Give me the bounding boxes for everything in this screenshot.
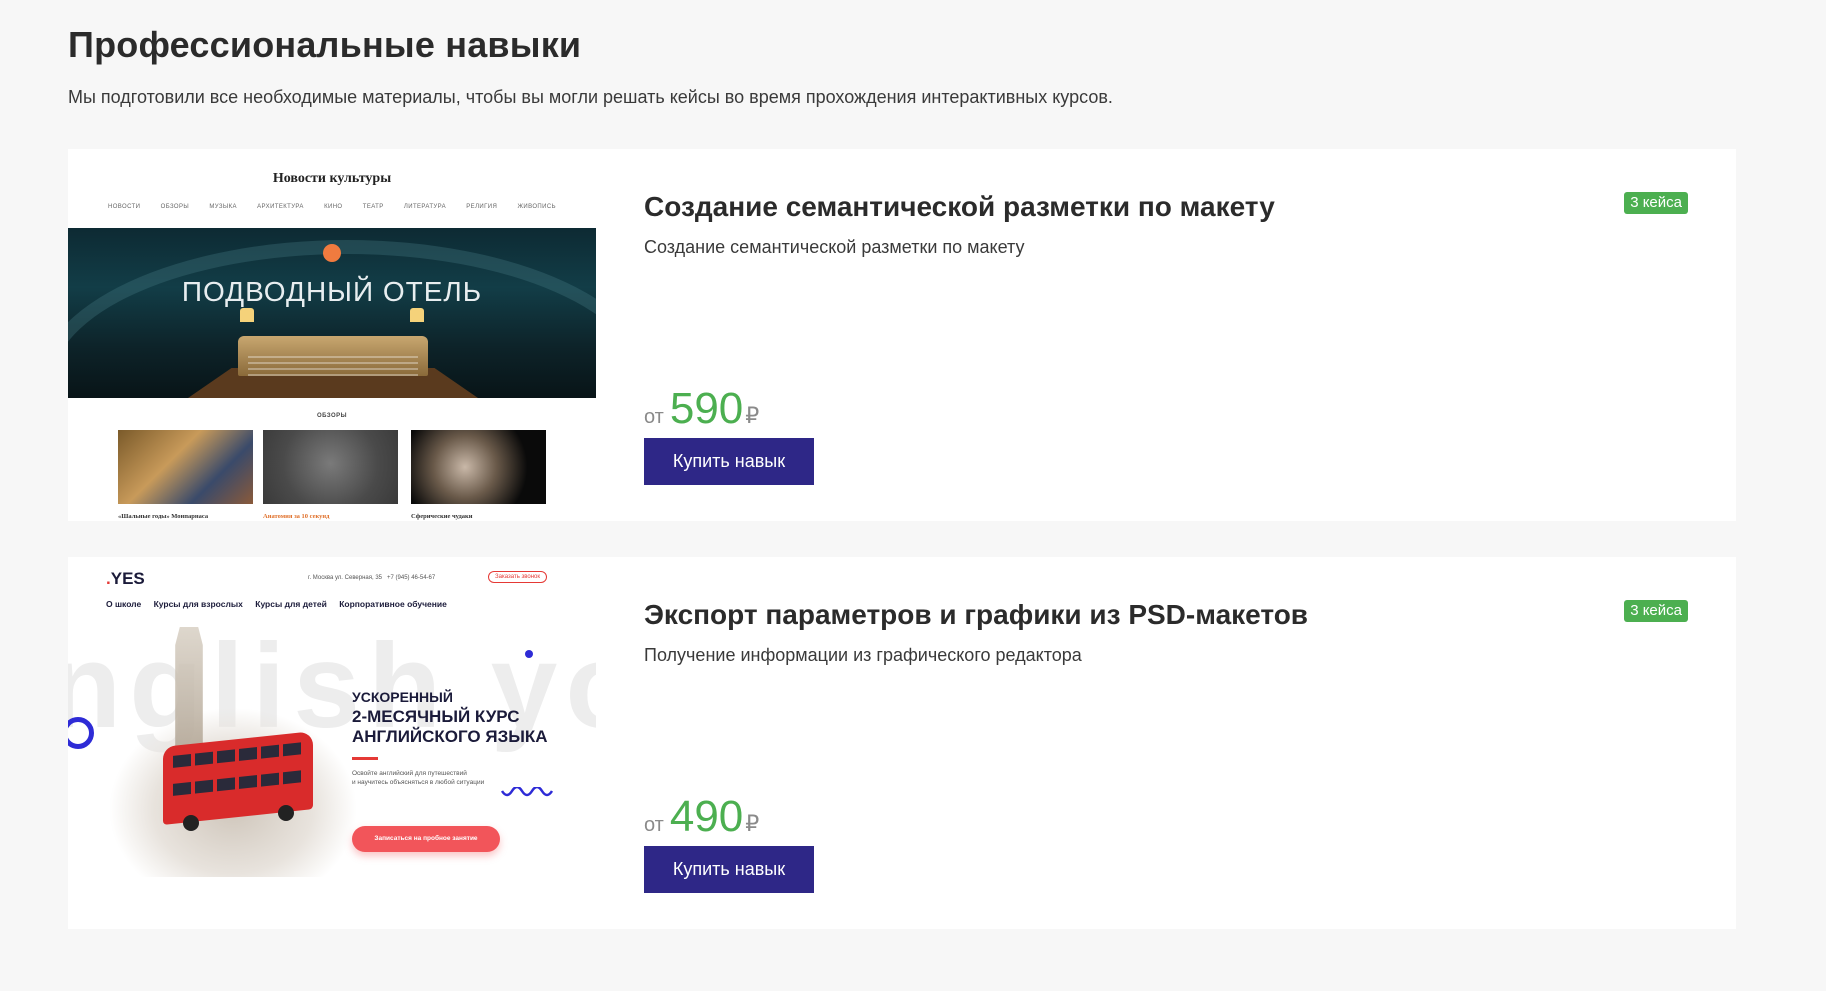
- section-subtitle: Мы подготовили все необходимые материалы…: [68, 87, 1113, 107]
- ruble-icon: ₽: [745, 811, 760, 836]
- thumbnail-caption: «Шальные годы» Монпарнаса: [118, 513, 209, 520]
- ruble-icon: ₽: [745, 403, 760, 428]
- thumbnail-nav-item: НОВОСТИ: [108, 204, 141, 210]
- thumbnail-nav: НОВОСТИ ОБЗОРЫ МУЗЫКА АРХИТЕКТУРА КИНО Т…: [108, 204, 556, 210]
- logo-text: YES: [110, 569, 145, 588]
- thumbnail-contacts: г. Москва ул. Северная, 35 +7 (945) 46-5…: [308, 575, 435, 581]
- thumbnail-hero-image: ПОДВОДНЫЙ ОТЕЛЬ: [68, 228, 596, 398]
- thumbnail-photo: [263, 430, 398, 504]
- skill-description: Получение информации из графического ред…: [644, 645, 1082, 665]
- small-text-line: и научитесь объясняться в любой ситуации: [352, 779, 485, 786]
- thumbnail-nav-item: О школе: [106, 599, 142, 609]
- hero-caption-lines: [248, 356, 418, 378]
- buy-skill-button[interactable]: Купить навык: [644, 846, 814, 893]
- thumbnail-nav-item: МУЗЫКА: [209, 204, 237, 210]
- headline-line: АНГЛИЙСКОГО ЯЗЫКА: [352, 727, 548, 746]
- thumbnail-caption: Сферические чудаки: [411, 513, 473, 520]
- bus-wheel: [278, 805, 294, 821]
- skill-description: Создание семантической разметки по макет…: [644, 237, 1025, 257]
- thumbnail-cta-button: Записаться на пробное занятие: [352, 826, 500, 852]
- section-title: Профессиональные навыки: [68, 24, 582, 65]
- hero-lamp-shape: [410, 308, 424, 322]
- thumbnail-nav-item: ТЕАТР: [362, 204, 384, 210]
- small-text-line: Освойте английский для путешествий: [352, 770, 467, 777]
- thumbnail-nav-item: ОБЗОРЫ: [160, 204, 190, 210]
- hero-lamp-shape: [240, 308, 254, 322]
- thumbnail-nav-item: АРХИТЕКТУРА: [257, 204, 304, 210]
- bus-windows: [173, 742, 303, 768]
- headline-line: 2-МЕСЯЧНЫЙ КУРС: [352, 707, 520, 726]
- thumbnail-nav-item: Курсы для взрослых: [153, 599, 243, 609]
- skill-card[interactable]: nglish yo .YES г. Москва ул. Северная, 3…: [68, 557, 1736, 929]
- hero-logo-icon: [323, 244, 341, 262]
- thumbnail-phone: +7 (945) 46-54-67: [387, 575, 436, 581]
- price-prefix: от: [644, 814, 664, 836]
- thumbnail-headline: УСКОРЕННЫЙ 2-МЕСЯЧНЫЙ КУРС АНГЛИЙСКОГО Я…: [352, 687, 548, 747]
- thumbnail-nav: О школе Курсы для взрослых Курсы для дет…: [106, 599, 457, 609]
- buy-skill-button[interactable]: Купить навык: [644, 438, 814, 485]
- headline-line: УСКОРЕННЫЙ: [352, 689, 453, 705]
- thumbnail-hero-title: ПОДВОДНЫЙ ОТЕЛЬ: [181, 276, 483, 307]
- thumbnail-caption: Анатомия за 10 секунд: [263, 513, 330, 520]
- dot-decoration-icon: [525, 650, 533, 658]
- thumbnail-logo: .YES: [106, 569, 145, 589]
- skill-title[interactable]: Создание семантической разметки по макет…: [644, 191, 1275, 223]
- price-value: 490: [669, 792, 744, 841]
- thumbnail-callback-button: Заказать звонок: [488, 571, 547, 583]
- skills-page: Профессиональные навыки Мы подготовили в…: [0, 0, 1826, 991]
- skill-thumbnail[interactable]: nglish yo .YES г. Москва ул. Северная, 3…: [68, 557, 596, 929]
- price-prefix: от: [644, 406, 664, 428]
- skill-title[interactable]: Экспорт параметров и графики из PSD-маке…: [644, 599, 1308, 631]
- price-value: 590: [669, 384, 744, 433]
- cases-badge: 3 кейса: [1624, 192, 1688, 214]
- wave-decoration-icon: [500, 787, 554, 797]
- thumbnail-section-label: ОБЗОРЫ: [316, 413, 348, 419]
- thumbnail-photo: [118, 430, 253, 504]
- thumbnail-nav-item: КИНО: [324, 204, 343, 210]
- thumbnail-photo: [411, 430, 546, 504]
- skill-price: от 490 ₽: [644, 795, 759, 843]
- thumbnail-nav-item: Курсы для детей: [255, 599, 327, 609]
- bus-wheel: [183, 815, 199, 831]
- thumbnail-nav-item: Корпоративное обучение: [339, 599, 447, 609]
- thumbnail-nav-item: ЖИВОПИСЬ: [517, 204, 556, 210]
- cases-badge: 3 кейса: [1624, 600, 1688, 622]
- bus-windows: [173, 770, 303, 796]
- skill-card[interactable]: Новости культуры НОВОСТИ ОБЗОРЫ МУЗЫКА А…: [68, 149, 1736, 521]
- thumbnail-address: г. Москва ул. Северная, 35: [308, 575, 383, 581]
- thumbnail-small-text: Освойте английский для путешествий и нау…: [352, 769, 484, 787]
- skill-price: от 590 ₽: [644, 387, 759, 435]
- thumbnail-nav-item: ЛИТЕРАТУРА: [403, 204, 447, 210]
- thumbnail-nav-item: РЕЛИГИЯ: [466, 204, 498, 210]
- skill-thumbnail[interactable]: Новости культуры НОВОСТИ ОБЗОРЫ МУЗЫКА А…: [68, 149, 596, 521]
- thumbnail-site-logo: Новости культуры: [272, 171, 392, 186]
- accent-line: [352, 757, 378, 760]
